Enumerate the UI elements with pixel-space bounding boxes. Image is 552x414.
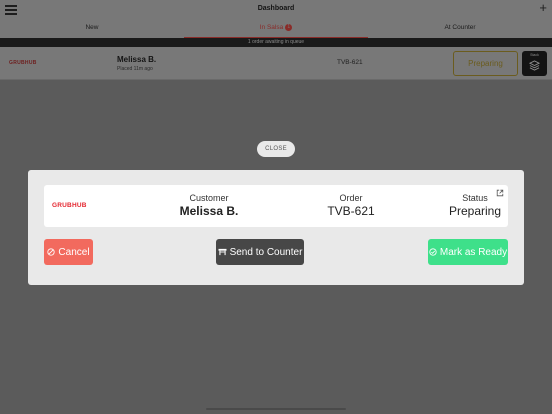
send-to-counter-button[interactable]: Send to Counter [216, 239, 304, 265]
customer-name: Melissa B. [117, 55, 157, 64]
order-info-card: GRUBHUB Customer Melissa B. Order TVB-62… [44, 185, 508, 227]
tab-at-counter[interactable]: At Counter [368, 22, 552, 38]
queue-banner: 1 order awaiting in queue [0, 38, 552, 47]
order-row[interactable]: GRUBHUB Melissa B. Placed 11m ago TVB-62… [0, 47, 552, 80]
top-bar: Dashboard + New In Salsa 1 At Counter [0, 0, 552, 38]
order-label: Order [339, 193, 363, 203]
order-code: TVB-621 [337, 59, 363, 66]
stack-label: Stack [530, 53, 539, 57]
page-title: Dashboard [257, 5, 295, 12]
plus-icon[interactable]: + [539, 1, 547, 15]
order-action-modal: GRUBHUB Customer Melissa B. Order TVB-62… [28, 170, 524, 285]
order-column: Order TVB-621 [296, 193, 406, 218]
mark-as-ready-button[interactable]: Mark as Ready [428, 239, 508, 265]
external-link-icon[interactable] [496, 189, 504, 197]
grubhub-logo: GRUBHUB [52, 202, 87, 209]
customer-column: Customer Melissa B. [152, 193, 266, 218]
layers-icon [529, 60, 540, 71]
placed-time: Placed 11m ago [117, 66, 153, 72]
cancel-button-label: Cancel [58, 246, 90, 258]
cancel-icon [47, 248, 56, 256]
tab-new[interactable]: New [0, 22, 184, 38]
close-button[interactable]: CLOSE [257, 141, 295, 157]
order-value: TVB-621 [327, 204, 375, 218]
stack-button[interactable]: Stack [522, 51, 547, 76]
tab-in-salsa[interactable]: In Salsa 1 [184, 22, 368, 38]
status-button[interactable]: Preparing [453, 51, 518, 76]
tab-count-badge: 1 [285, 24, 293, 31]
home-indicator [206, 408, 346, 410]
counter-icon [218, 248, 227, 256]
status-value: Preparing [448, 204, 502, 218]
provider-logo: GRUBHUB [9, 60, 37, 66]
customer-label: Customer [189, 193, 229, 203]
customer-value: Melissa B. [179, 204, 239, 218]
cancel-button[interactable]: Cancel [44, 239, 93, 265]
tab-bar: New In Salsa 1 At Counter [0, 22, 552, 38]
check-circle-icon [429, 248, 437, 256]
mark-as-ready-label: Mark as Ready [439, 246, 508, 258]
send-to-counter-label: Send to Counter [229, 246, 303, 258]
